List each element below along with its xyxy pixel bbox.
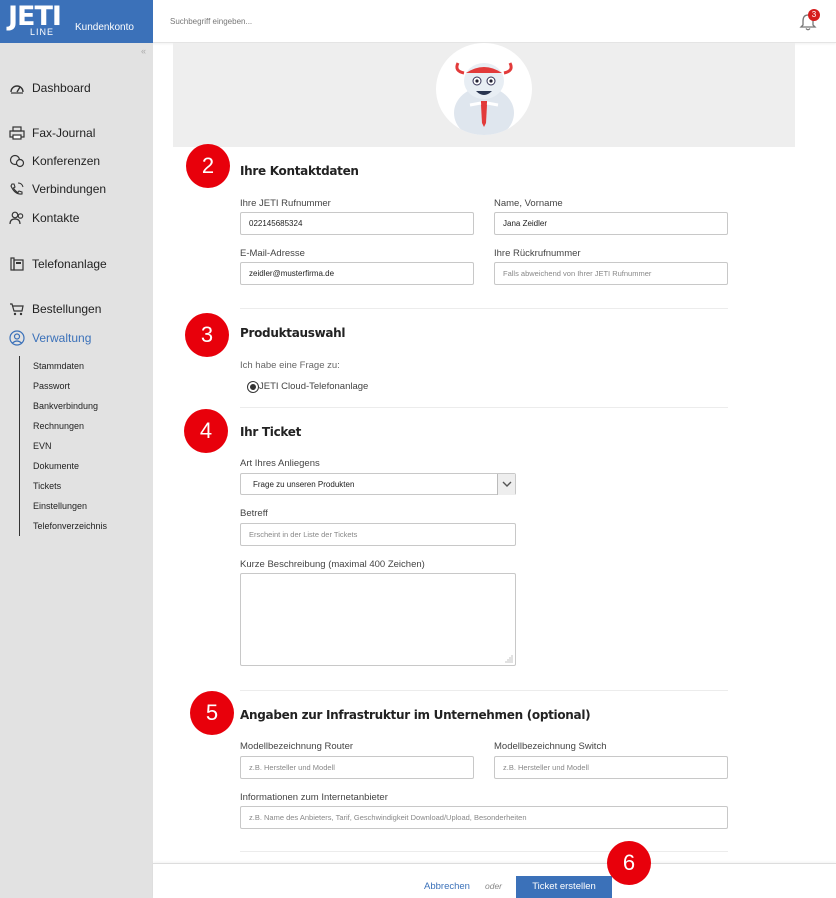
sidebar-item-label: Verwaltung: [32, 331, 92, 345]
sidebar-item-kontakte[interactable]: Kontakte: [8, 208, 79, 228]
dashboard-icon: [8, 80, 26, 96]
sidebar-item-verwaltung[interactable]: Verwaltung: [8, 328, 91, 348]
step-2-marker: 2: [186, 144, 230, 188]
sidebar-item-label: Bestellungen: [32, 302, 102, 316]
email-field[interactable]: zeidler@musterfirma.de: [240, 262, 474, 285]
verwaltung-subnav: Stammdaten Passwort Bankverbindung Rechn…: [19, 356, 107, 536]
email-label: E-Mail-Adresse: [240, 248, 305, 259]
ticket-type-label: Art Ihres Anliegens: [240, 458, 320, 469]
user-circle-icon: [8, 330, 26, 346]
subject-field[interactable]: Erscheint in der Liste der Tickets: [240, 523, 516, 546]
ticket-type-value: Frage zu unseren Produkten: [253, 479, 355, 489]
product-question: Ich habe eine Frage zu:: [240, 360, 340, 371]
cancel-link[interactable]: Abbrechen: [424, 881, 470, 892]
sidebar-item-verbindungen[interactable]: Verbindungen: [8, 179, 106, 199]
subnav-item-tickets[interactable]: Tickets: [33, 476, 107, 496]
sidebar: « Dashboard Fax-Journal Konferenzen Verb…: [0, 43, 153, 898]
product-option-label[interactable]: JETI Cloud-Telefonanlage: [259, 381, 368, 392]
step-5-marker: 5: [190, 691, 234, 735]
switch-field[interactable]: z.B. Hersteller und Modell: [494, 756, 728, 779]
divider: [240, 851, 728, 852]
sidebar-item-label: Kontakte: [32, 211, 80, 225]
chevron-down-icon[interactable]: [497, 474, 515, 495]
logo-subtext: LINE: [30, 27, 55, 37]
sidebar-item-konferenzen[interactable]: Konferenzen: [8, 151, 100, 171]
brand-area[interactable]: JETI LINE Kundenkonto: [0, 0, 153, 43]
divider: [240, 308, 728, 309]
product-radio-button[interactable]: [247, 381, 259, 393]
isp-label: Informationen zum Internetanbieter: [240, 792, 388, 803]
name-field[interactable]: Jana Zeidler: [494, 212, 728, 235]
rueckruf-label: Ihre Rückrufnummer: [494, 248, 581, 259]
infra-section-title: Angaben zur Infrastruktur im Unternehmen…: [240, 708, 591, 722]
step-3-marker: 3: [185, 313, 229, 357]
sidebar-item-label: Konferenzen: [32, 154, 101, 168]
printer-icon: [8, 125, 26, 141]
subnav-item-dokumente[interactable]: Dokumente: [33, 456, 107, 476]
divider: [240, 407, 728, 408]
description-textarea[interactable]: [240, 573, 516, 666]
search-input[interactable]: [170, 11, 470, 31]
sidebar-item-label: Verbindungen: [32, 182, 107, 196]
description-label: Kurze Beschreibung (maximal 400 Zeichen): [240, 559, 425, 570]
cart-icon: [8, 301, 26, 317]
yeti-mascot-avatar: [436, 43, 532, 135]
ticket-section-title: Ihr Ticket: [240, 425, 302, 439]
subnav-item-rechnungen[interactable]: Rechnungen: [33, 416, 107, 436]
or-separator: oder: [485, 881, 503, 891]
rueckruf-field[interactable]: Falls abweichend von Ihrer JETI Rufnumme…: [494, 262, 728, 285]
create-ticket-button[interactable]: Ticket erstellen: [516, 876, 612, 898]
divider: [240, 690, 728, 691]
rufnummer-label: Ihre JETI Rufnummer: [240, 198, 331, 209]
contacts-icon: [8, 210, 26, 226]
sidebar-item-label: Dashboard: [32, 81, 91, 95]
contact-section-title: Ihre Kontaktdaten: [240, 164, 359, 178]
sidebar-item-bestellungen[interactable]: Bestellungen: [8, 299, 101, 319]
phone-icon: [8, 181, 26, 197]
subnav-item-einstellungen[interactable]: Einstellungen: [33, 496, 107, 516]
collapse-sidebar-icon[interactable]: «: [141, 46, 146, 56]
sidebar-item-label: Telefonanlage: [32, 257, 107, 271]
top-bar: JETI LINE Kundenkonto 3: [0, 0, 836, 43]
subnav-item-stammdaten[interactable]: Stammdaten: [33, 356, 107, 376]
conference-icon: [8, 153, 26, 169]
sidebar-item-fax-journal[interactable]: Fax-Journal: [8, 123, 95, 143]
resize-grip-icon[interactable]: [505, 655, 513, 663]
telephone-system-icon: [8, 256, 26, 272]
router-field[interactable]: z.B. Hersteller und Modell: [240, 756, 474, 779]
name-label: Name, Vorname: [494, 198, 563, 209]
router-label: Modellbezeichnung Router: [240, 741, 354, 752]
hero-banner: [173, 43, 795, 147]
switch-label: Modellbezeichnung Switch: [494, 741, 607, 752]
sidebar-item-label: Fax-Journal: [32, 126, 96, 140]
subnav-item-bankverbindung[interactable]: Bankverbindung: [33, 396, 107, 416]
subject-label: Betreff: [240, 508, 268, 519]
isp-field[interactable]: z.B. Name des Anbieters, Tarif, Geschwin…: [240, 806, 728, 829]
notification-badge: 3: [808, 9, 820, 21]
brand-label: Kundenkonto: [75, 22, 134, 33]
rufnummer-field[interactable]: 022145685324: [240, 212, 474, 235]
subnav-item-passwort[interactable]: Passwort: [33, 376, 107, 396]
step-4-marker: 4: [184, 409, 228, 453]
subnav-item-telefonverzeichnis[interactable]: Telefonverzeichnis: [33, 516, 107, 536]
jeti-line-logo: JETI LINE: [8, 1, 68, 37]
step-6-marker: 6: [607, 841, 651, 885]
sidebar-item-telefonanlage[interactable]: Telefonanlage: [8, 254, 107, 274]
subnav-item-evn[interactable]: EVN: [33, 436, 107, 456]
sidebar-item-dashboard[interactable]: Dashboard: [8, 78, 91, 98]
product-section-title: Produktauswahl: [240, 326, 346, 340]
ticket-type-select[interactable]: Frage zu unseren Produkten: [240, 473, 516, 495]
